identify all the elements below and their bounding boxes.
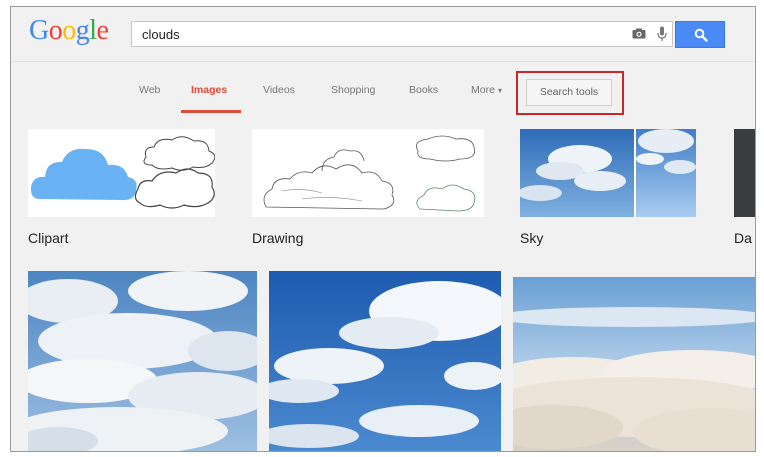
- cloud-photo: [28, 271, 257, 451]
- category-thumbnail: [734, 129, 755, 217]
- category-label: Clipart: [28, 230, 69, 246]
- image-results: Clipart Drawing Sky Da: [11, 119, 755, 451]
- tab-images[interactable]: Images: [191, 84, 227, 96]
- image-result[interactable]: [513, 277, 755, 451]
- logo-letter: g: [75, 15, 90, 46]
- category-thumbnail: [252, 129, 484, 217]
- cloud-photo: [513, 277, 755, 451]
- logo-letter: o: [62, 15, 76, 46]
- tab-shopping[interactable]: Shopping: [331, 84, 375, 96]
- search-icon: [694, 28, 708, 42]
- category-label: Sky: [520, 230, 544, 246]
- image-result[interactable]: [269, 271, 501, 451]
- logo-letter: o: [48, 15, 63, 46]
- image-result[interactable]: [28, 271, 257, 451]
- tab-more-label: More: [471, 84, 495, 96]
- tab-videos[interactable]: Videos: [263, 84, 295, 96]
- browser-frame: Google Web Images Vi: [10, 6, 756, 452]
- cloud-drawing-image: [263, 135, 476, 212]
- search-button[interactable]: [675, 21, 725, 48]
- microphone-icon[interactable]: [657, 26, 667, 42]
- logo-letter: G: [29, 15, 49, 46]
- search-tabs: Web Images Videos Shopping Books More ▾ S…: [11, 62, 755, 119]
- header: Google: [11, 7, 755, 61]
- sky-image: [520, 129, 696, 217]
- google-logo[interactable]: Google: [29, 15, 109, 47]
- category-thumbnail: [520, 129, 696, 217]
- tab-web[interactable]: Web: [139, 84, 160, 96]
- cloud-photo: [269, 271, 501, 451]
- logo-letter: l: [89, 15, 97, 46]
- search-tools-button[interactable]: Search tools: [526, 79, 612, 106]
- category-label: Da: [734, 230, 752, 246]
- active-tab-indicator: [181, 110, 241, 113]
- search-input[interactable]: [142, 25, 612, 43]
- cloud-clipart-image: [30, 136, 215, 209]
- tab-books[interactable]: Books: [409, 84, 438, 96]
- camera-icon[interactable]: [632, 28, 646, 39]
- tab-more[interactable]: More ▾: [471, 84, 502, 96]
- chevron-down-icon: ▾: [497, 86, 502, 95]
- search-box: [131, 21, 673, 47]
- category-thumbnail: [28, 129, 215, 217]
- logo-letter: e: [96, 15, 109, 46]
- category-label: Drawing: [252, 230, 304, 246]
